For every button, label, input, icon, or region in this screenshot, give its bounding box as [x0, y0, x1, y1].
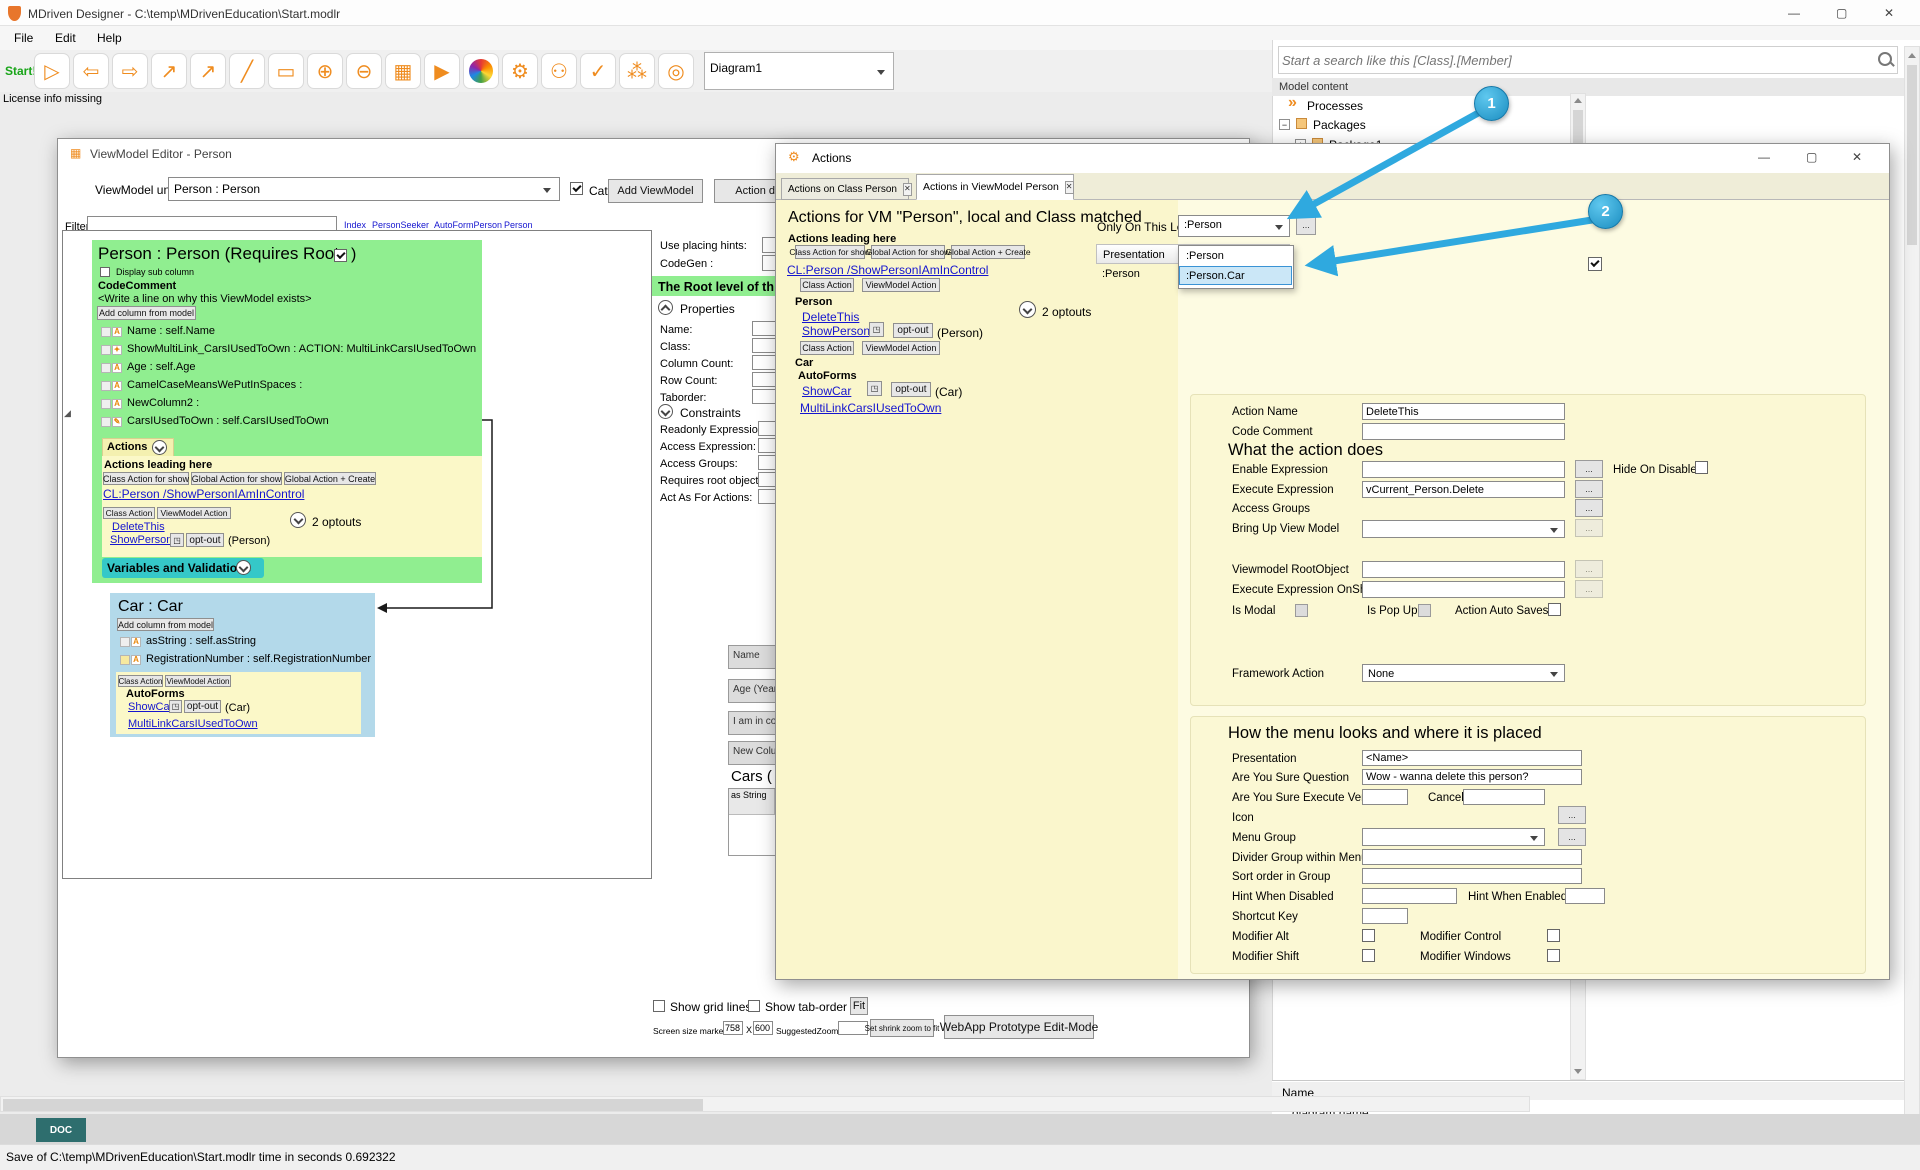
- access-groups-ellipsis-button[interactable]: ...: [1575, 499, 1603, 517]
- class-action-for-show-button[interactable]: Class Action for show: [795, 245, 865, 259]
- tab-actions-on-class[interactable]: Actions on Class Person ✕: [781, 178, 909, 200]
- tab-actions-in-viewmodel[interactable]: Actions in ViewModel Person ✕: [916, 174, 1074, 200]
- onshow-ellipsis-button[interactable]: ...: [1575, 580, 1603, 598]
- what-action-does-header: What the action does: [1228, 441, 1383, 460]
- dialog-maximize-button[interactable]: ▢: [1806, 150, 1817, 164]
- dialog-minimize-button[interactable]: —: [1758, 150, 1770, 164]
- icon-ellipsis-button[interactable]: ...: [1558, 806, 1586, 824]
- only-level-ellipsis-button[interactable]: ...: [1296, 215, 1316, 235]
- are-you-sure-verb-input[interactable]: [1362, 789, 1408, 805]
- modifier-windows-checkbox[interactable]: [1547, 949, 1560, 962]
- mdriven-designer-screen: MDriven Designer - C:\temp\MDrivenEducat…: [0, 0, 1920, 1170]
- cl-person-link[interactable]: CL:Person /ShowPersonIAmInControl: [787, 263, 988, 277]
- modifier-shift-checkbox[interactable]: [1362, 949, 1375, 962]
- bring-up-ellipsis-button[interactable]: ...: [1575, 519, 1603, 537]
- dropdown-item-person-car[interactable]: :Person.Car: [1179, 266, 1292, 285]
- grid-row-checkbox[interactable]: [1588, 257, 1602, 271]
- deletethis-link[interactable]: DeleteThis: [802, 310, 859, 324]
- enable-ellipsis-button[interactable]: ...: [1575, 460, 1603, 478]
- optouts-chevron[interactable]: [1019, 301, 1036, 318]
- dialog-title: Actions: [812, 151, 851, 165]
- layer-dialog: ⚙ Actions — ▢ ✕ Actions on Class Person …: [0, 0, 1920, 1170]
- modifier-control-checkbox[interactable]: [1547, 929, 1560, 942]
- hint-disabled-input[interactable]: [1362, 888, 1457, 904]
- global-action-for-show-button[interactable]: Global Action for show: [871, 245, 945, 259]
- action-name-input[interactable]: [1362, 403, 1565, 420]
- enable-expression-input[interactable]: [1362, 461, 1565, 478]
- dialog-gear-icon: ⚙: [788, 149, 800, 165]
- chevron-down-icon: [1275, 225, 1283, 230]
- code-comment-input[interactable]: [1362, 423, 1565, 440]
- autoforms-label: AutoForms: [798, 370, 857, 382]
- opt-out-button[interactable]: opt-out: [893, 323, 933, 338]
- showcar-link[interactable]: ShowCar: [802, 384, 851, 398]
- global-action-create-button[interactable]: Global Action + Create: [951, 245, 1025, 259]
- divider-group-input[interactable]: [1362, 849, 1582, 865]
- action-auto-saves-checkbox[interactable]: [1548, 603, 1561, 616]
- car-section-header: Car: [795, 357, 813, 369]
- presentation-grid-row[interactable]: :Person: [1102, 268, 1140, 280]
- bring-up-viewmodel-combo[interactable]: [1362, 520, 1565, 538]
- person-section-header: Person: [795, 296, 832, 308]
- class-action-button[interactable]: Class Action: [800, 341, 854, 355]
- dialog-heading: Actions for VM "Person", local and Class…: [788, 209, 1142, 227]
- mini-window-button[interactable]: ◳: [867, 381, 882, 396]
- dropdown-item-person[interactable]: :Person: [1186, 250, 1224, 262]
- hide-on-disable-checkbox[interactable]: [1695, 461, 1708, 474]
- dialog-close-button[interactable]: ✕: [1852, 150, 1862, 164]
- modifier-alt-checkbox[interactable]: [1362, 929, 1375, 942]
- close-tab-icon[interactable]: ✕: [903, 183, 912, 196]
- viewmodel-rootobject-input[interactable]: [1362, 561, 1565, 578]
- mini-window-button[interactable]: ◳: [869, 322, 884, 337]
- execute-ellipsis-button[interactable]: ...: [1575, 480, 1603, 498]
- execute-onshow-input[interactable]: [1362, 581, 1565, 598]
- only-on-this-level-combo[interactable]: :Person: [1178, 215, 1290, 237]
- menu-looks-header: How the menu looks and where it is place…: [1228, 724, 1542, 743]
- execute-expression-input[interactable]: [1362, 481, 1565, 498]
- framework-action-combo[interactable]: None: [1362, 664, 1565, 682]
- showperson-link[interactable]: ShowPerson: [802, 324, 870, 338]
- close-tab-icon[interactable]: ✕: [1065, 181, 1074, 194]
- cancel-verb-input[interactable]: [1463, 789, 1545, 805]
- dialog-titlebar: [776, 144, 1889, 173]
- hint-enabled-input[interactable]: [1565, 888, 1605, 904]
- is-popup-checkbox[interactable]: [1418, 604, 1431, 617]
- is-modal-checkbox[interactable]: [1295, 604, 1308, 617]
- multilink-link[interactable]: MultiLinkCarsIUsedToOwn: [800, 401, 941, 415]
- menu-group-combo[interactable]: [1362, 828, 1545, 846]
- shortcut-key-input[interactable]: [1362, 908, 1408, 924]
- opt-out-button[interactable]: opt-out: [891, 382, 931, 397]
- sort-order-input[interactable]: [1362, 868, 1582, 884]
- menu-group-ellipsis-button[interactable]: ...: [1558, 828, 1586, 846]
- viewmodel-action-button[interactable]: ViewModel Action: [862, 341, 940, 355]
- are-you-sure-question-input[interactable]: [1362, 769, 1582, 785]
- class-action-button[interactable]: Class Action: [800, 278, 854, 292]
- optouts-count: 2 optouts: [1042, 305, 1091, 319]
- rootobject-ellipsis-button[interactable]: ...: [1575, 560, 1603, 578]
- presentation-input[interactable]: [1362, 750, 1582, 766]
- viewmodel-action-button[interactable]: ViewModel Action: [862, 278, 940, 292]
